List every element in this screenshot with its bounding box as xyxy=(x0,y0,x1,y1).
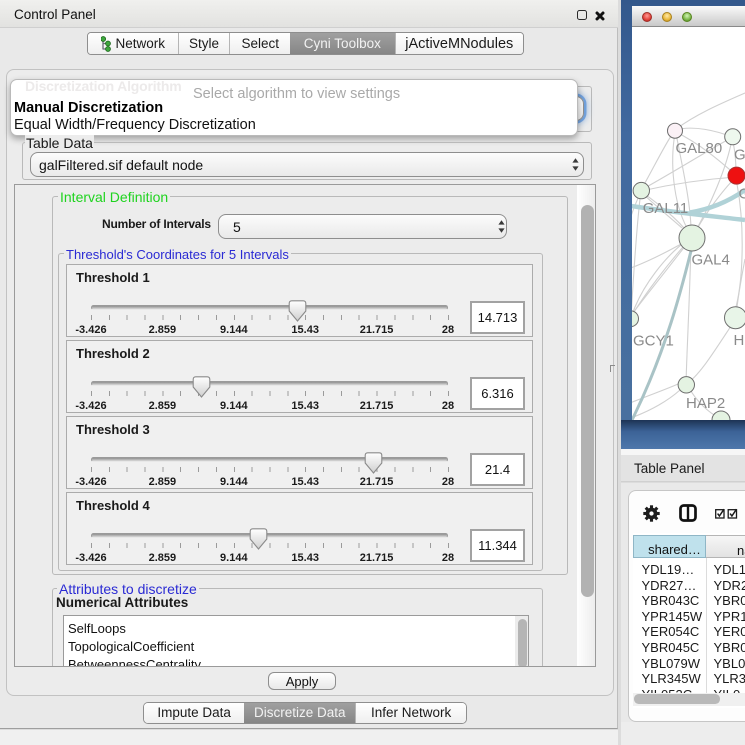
svg-text:G: G xyxy=(739,186,745,203)
svg-text:GAL80: GAL80 xyxy=(676,140,723,157)
svg-text:H: H xyxy=(734,332,745,349)
svg-text:GAL4: GAL4 xyxy=(692,252,730,269)
svg-text:GA: GA xyxy=(734,147,745,164)
svg-text:GAL11: GAL11 xyxy=(643,200,689,217)
svg-text:GCY1: GCY1 xyxy=(633,333,674,350)
svg-text:HAP2: HAP2 xyxy=(686,395,725,412)
